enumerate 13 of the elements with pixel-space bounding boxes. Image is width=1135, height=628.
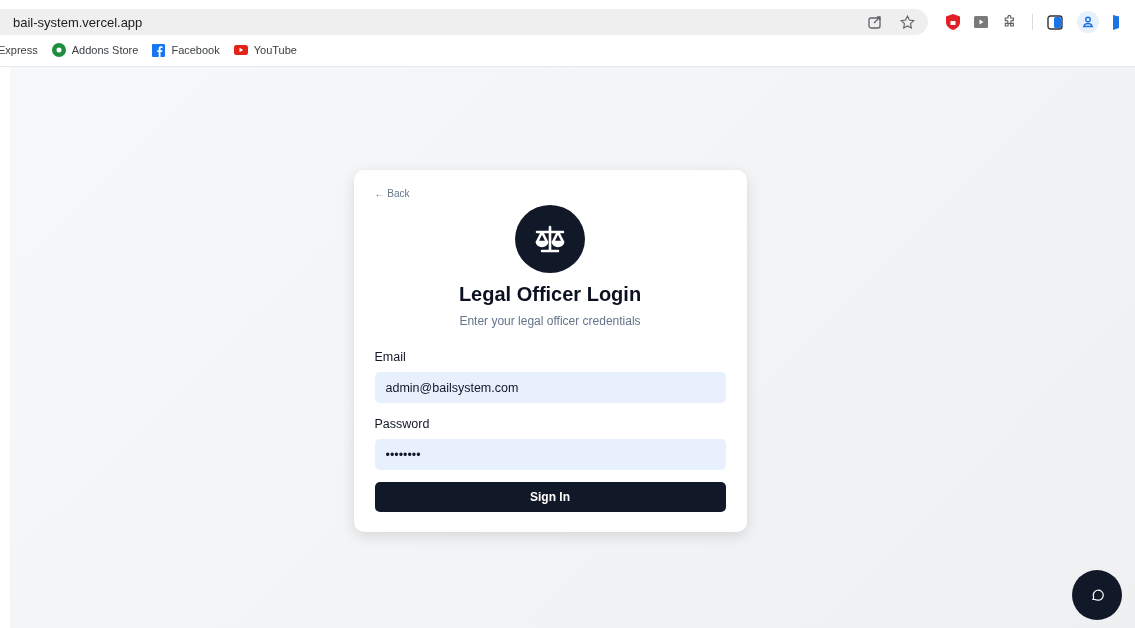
page-title: Legal Officer Login	[457, 283, 643, 306]
field-label: Password	[374, 417, 431, 431]
field-label: Email	[374, 350, 407, 364]
bookmark-link[interactable]: Facebook	[152, 43, 220, 57]
input-field[interactable]: ••••••••	[374, 439, 726, 470]
url-text: bail-system.vercel.app	[13, 14, 144, 30]
address-bar[interactable]: bail-system.vercel.app	[0, 9, 928, 35]
input-field[interactable]: admin@bailsystem.com	[374, 372, 726, 403]
subtitle: Enter your legal officer credentials	[458, 314, 642, 328]
sign-in-button[interactable]: Sign In	[374, 482, 726, 512]
bookmark-link[interactable]: Addons Store	[51, 43, 139, 57]
bookmark-link[interactable]: YouTube	[233, 44, 297, 56]
back-link[interactable]: ← Back	[374, 188, 410, 199]
